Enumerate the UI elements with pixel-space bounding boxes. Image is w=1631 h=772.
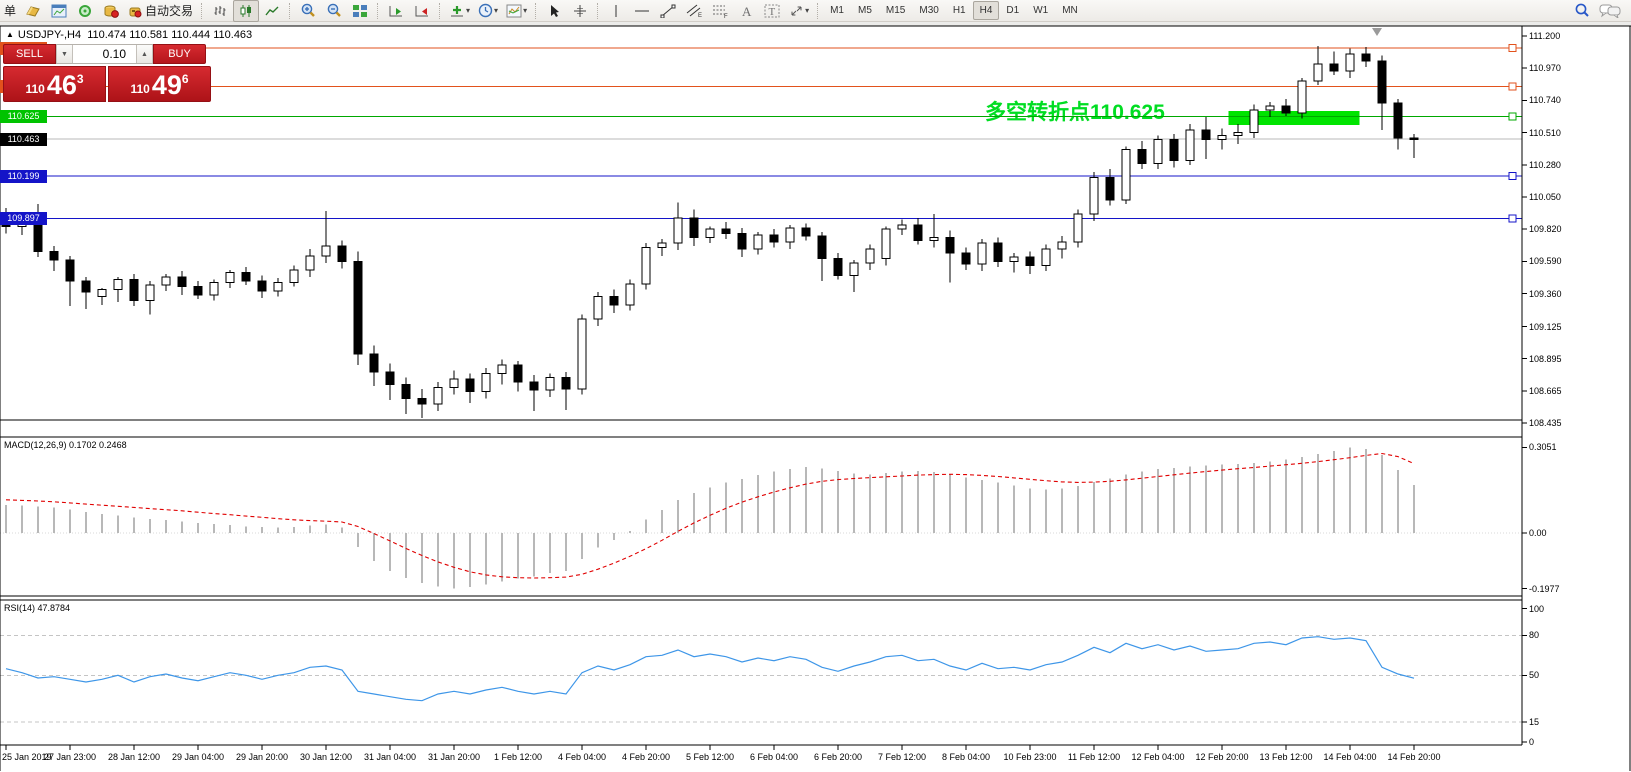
tab-timeframe-w1[interactable]: W1 (1026, 1, 1055, 20)
trendline-icon[interactable] (655, 0, 681, 22)
buy-price-display[interactable]: 110 49 6 (108, 66, 211, 102)
horizontal-line-icon[interactable] (629, 0, 655, 22)
history-center-icon[interactable] (98, 0, 124, 22)
macd-indicator-label: MACD(12,26,9) 0.1702 0.2468 (4, 440, 127, 450)
toolbar-separator (597, 3, 599, 19)
text-label-icon[interactable]: T (759, 0, 785, 22)
volume-increase-button[interactable]: ▲ (136, 45, 153, 63)
tab-timeframe-m5[interactable]: M5 (851, 1, 879, 20)
bar-chart-icon[interactable] (207, 0, 233, 22)
tab-timeframe-h1[interactable]: H1 (946, 1, 973, 20)
periods-icon[interactable]: ▾ (474, 0, 502, 22)
volume-value[interactable]: 0.10 (73, 45, 136, 63)
templates-caret-icon[interactable]: ▾ (523, 6, 527, 15)
rsi-indicator-label: RSI(14) 47.8784 (4, 603, 70, 613)
one-click-trading-panel: SELL ▼ 0.10 ▲ BUY 110 46 3 110 49 6 (3, 44, 212, 102)
chart-canvas[interactable] (0, 0, 1631, 772)
equidistant-channel-icon[interactable]: E (681, 0, 707, 22)
crosshair-icon[interactable] (567, 0, 593, 22)
tab-timeframe-mn[interactable]: MN (1055, 1, 1085, 20)
symbol-period-label: USDJPY-,H4 (18, 29, 81, 41)
buy-button[interactable]: BUY (153, 44, 206, 64)
svg-text:A: A (742, 4, 752, 18)
text-icon[interactable]: A (733, 0, 759, 22)
quote-ohlc-label: 110.474 110.581 110.444 110.463 (87, 29, 252, 41)
toolbar-separator (535, 3, 537, 19)
tab-timeframe-m1[interactable]: M1 (823, 1, 851, 20)
toolbar-separator (817, 3, 819, 19)
svg-text:F: F (724, 14, 728, 18)
tab-timeframe-h4[interactable]: H4 (973, 1, 1000, 20)
buy-price-main: 49 (152, 72, 182, 99)
cursor-icon[interactable] (541, 0, 567, 22)
auto-scroll-icon[interactable] (383, 0, 409, 22)
indicators-caret-icon[interactable]: ▾ (466, 6, 470, 15)
chat-icon[interactable] (1595, 0, 1625, 22)
toolbar-separator (439, 3, 441, 19)
candlestick-chart-icon[interactable] (233, 0, 259, 22)
sell-price-prefix: 110 (25, 82, 44, 96)
tab-timeframe-m30[interactable]: M30 (912, 1, 945, 20)
svg-text:T: T (769, 6, 776, 18)
autotrade-button[interactable]: 自动交易 (124, 0, 197, 22)
sell-price-main: 46 (47, 72, 77, 99)
tab-timeframe-m15[interactable]: M15 (879, 1, 912, 20)
chart-shift-marker-icon[interactable] (1372, 28, 1382, 36)
collapse-panel-icon[interactable]: ▲ (6, 30, 14, 39)
tile-windows-icon[interactable] (347, 0, 373, 22)
zoom-out-icon[interactable] (321, 0, 347, 22)
fibonacci-icon[interactable]: F (707, 0, 733, 22)
menu-fragment-label: 单 (4, 2, 16, 19)
volume-field: ▼ 0.10 ▲ (56, 44, 153, 64)
sell-button[interactable]: SELL (3, 44, 56, 64)
sell-price-display[interactable]: 110 46 3 (3, 66, 106, 102)
chart-shift-icon[interactable] (409, 0, 435, 22)
buy-price-pip: 6 (182, 72, 189, 86)
tab-timeframe-d1[interactable]: D1 (999, 1, 1026, 20)
toolbar-separator (201, 3, 203, 19)
toolbar-separator (289, 3, 291, 19)
autotrade-label: 自动交易 (145, 2, 193, 19)
zoom-in-icon[interactable] (295, 0, 321, 22)
line-chart-icon[interactable] (259, 0, 285, 22)
vertical-line-icon[interactable] (603, 0, 629, 22)
templates-icon[interactable]: ▾ (502, 0, 531, 22)
symbol-search-icon[interactable] (1569, 0, 1595, 22)
svg-text:E: E (698, 13, 702, 18)
data-window-icon[interactable] (72, 0, 98, 22)
buy-price-prefix: 110 (130, 82, 149, 96)
volume-decrease-button[interactable]: ▼ (56, 45, 73, 63)
new-order-icon[interactable] (20, 0, 46, 22)
periods-caret-icon[interactable]: ▾ (494, 6, 498, 15)
chart-window-icon[interactable] (46, 0, 72, 22)
arrows-caret-icon[interactable]: ▾ (805, 6, 809, 15)
arrows-icon[interactable]: ▾ (785, 0, 813, 22)
toolbar-separator (377, 3, 379, 19)
main-toolbar: 单 自动交易 ▾ ▾ ▾ (0, 0, 1631, 22)
sell-price-pip: 3 (77, 72, 84, 86)
indicators-icon[interactable]: ▾ (445, 0, 474, 22)
chart-quote-title: ▲ USDJPY-,H4 110.474 110.581 110.444 110.… (6, 29, 252, 41)
